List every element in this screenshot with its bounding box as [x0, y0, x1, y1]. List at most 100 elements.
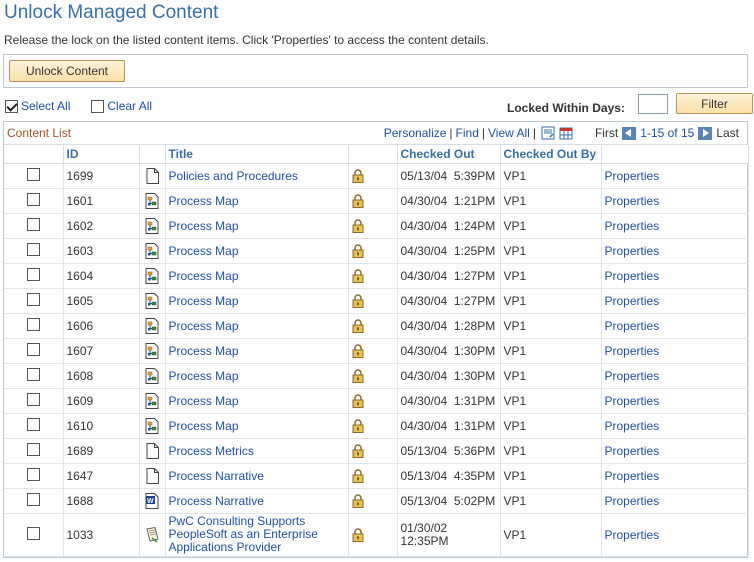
row-properties-cell: Properties — [601, 338, 749, 364]
row-checked-out: 05/13/04 5:36PM — [397, 438, 501, 464]
lock-icon — [352, 369, 364, 383]
row-select-checkbox[interactable] — [26, 392, 40, 406]
clear-all-checkbox-icon[interactable] — [91, 99, 105, 113]
row-select-checkbox[interactable] — [26, 526, 40, 540]
row-checked-out-by: VP1 — [500, 463, 602, 489]
row-select-checkbox[interactable] — [26, 267, 40, 281]
row-title-link[interactable]: Process Map — [169, 269, 239, 283]
row-select-checkbox[interactable] — [26, 317, 40, 331]
grid-header: Content List Personalize | Find | View A… — [4, 122, 747, 145]
lock-icon — [352, 219, 364, 233]
row-select-cell — [4, 313, 64, 339]
row-select-checkbox[interactable] — [26, 492, 40, 506]
properties-link[interactable]: Properties — [605, 219, 660, 233]
row-type-cell — [139, 213, 166, 239]
download-spreadsheet-icon[interactable] — [559, 126, 573, 140]
row-title-link[interactable]: Process Map — [169, 219, 239, 233]
next-page-icon[interactable] — [698, 126, 713, 140]
row-title-link[interactable]: Process Map — [169, 369, 239, 383]
row-checked-out-by: VP1 — [500, 438, 602, 464]
row-id: 1609 — [63, 388, 140, 414]
row-select-checkbox[interactable] — [26, 442, 40, 456]
row-properties-cell: Properties — [601, 213, 749, 239]
header-icon — [139, 145, 166, 164]
separator: | — [449, 126, 453, 140]
properties-link[interactable]: Properties — [605, 244, 660, 258]
clear-all-control[interactable]: Clear All — [91, 99, 152, 113]
row-lock-cell — [348, 163, 398, 189]
unlock-content-button[interactable]: Unlock Content — [9, 60, 125, 82]
row-title-link[interactable]: Process Map — [169, 319, 239, 333]
row-id: 1647 — [63, 463, 140, 489]
select-all-link[interactable]: Select All — [21, 99, 70, 113]
properties-link[interactable]: Properties — [605, 169, 660, 183]
row-checked-out-by: VP1 — [500, 488, 602, 514]
row-select-checkbox[interactable] — [26, 367, 40, 381]
row-type-cell — [139, 238, 166, 264]
properties-link[interactable]: Properties — [605, 294, 660, 308]
properties-link[interactable]: Properties — [605, 528, 660, 542]
row-id: 1603 — [63, 238, 140, 264]
row-select-cell — [4, 513, 64, 557]
find-link[interactable]: Find — [456, 126, 479, 140]
properties-link[interactable]: Properties — [605, 344, 660, 358]
document-icon — [145, 442, 159, 459]
row-title-link[interactable]: Policies and Procedures — [169, 169, 298, 183]
properties-link[interactable]: Properties — [605, 444, 660, 458]
header-checked-out[interactable]: Checked Out — [397, 145, 501, 164]
row-title-link[interactable]: Process Map — [169, 194, 239, 208]
row-select-checkbox[interactable] — [26, 292, 40, 306]
properties-link[interactable]: Properties — [605, 494, 660, 508]
row-lock-cell — [348, 238, 398, 264]
row-checked-out: 04/30/04 1:28PM — [397, 313, 501, 339]
row-type-cell — [139, 438, 166, 464]
header-id[interactable]: ID — [63, 145, 140, 164]
properties-link[interactable]: Properties — [605, 469, 660, 483]
row-title-link[interactable]: Process Map — [169, 419, 239, 433]
row-select-checkbox[interactable] — [26, 217, 40, 231]
row-title-link[interactable]: Process Map — [169, 244, 239, 258]
row-title-link[interactable]: Process Narrative — [169, 494, 264, 508]
previous-page-icon[interactable] — [622, 126, 637, 140]
header-title[interactable]: Title — [165, 145, 349, 164]
properties-link[interactable]: Properties — [605, 269, 660, 283]
row-select-checkbox[interactable] — [26, 417, 40, 431]
row-checked-out-by: VP1 — [500, 238, 602, 264]
article-icon — [145, 526, 159, 543]
row-select-cell — [4, 163, 64, 189]
table-row: 1609 Process Map 04/30/04 1:31PM VP1 Propert… — [4, 388, 749, 414]
select-all-control[interactable]: Select All — [5, 99, 70, 113]
personalize-link[interactable]: Personalize — [384, 126, 447, 140]
properties-link[interactable]: Properties — [605, 369, 660, 383]
select-all-checkbox-icon[interactable] — [5, 99, 18, 113]
properties-link[interactable]: Properties — [605, 319, 660, 333]
properties-link[interactable]: Properties — [605, 194, 660, 208]
header-checked-out-by[interactable]: Checked Out By — [500, 145, 602, 164]
row-title-link[interactable]: Process Map — [169, 344, 239, 358]
row-title-link[interactable]: Process Map — [169, 294, 239, 308]
row-type-cell: W — [139, 488, 166, 514]
clear-all-link[interactable]: Clear All — [107, 99, 152, 113]
row-select-checkbox[interactable] — [26, 192, 40, 206]
row-select-checkbox[interactable] — [26, 342, 40, 356]
zoom-grid-icon[interactable] — [541, 126, 555, 140]
view-all-link[interactable]: View All — [488, 126, 530, 140]
grid-caption: Content List — [7, 126, 72, 140]
row-title-cell: Process Metrics — [165, 438, 349, 464]
row-select-checkbox[interactable] — [26, 167, 40, 181]
locked-within-days-input[interactable] — [638, 94, 668, 114]
filter-button[interactable]: Filter — [676, 93, 753, 114]
row-title-link[interactable]: PwC Consulting Supports PeopleSoft as an… — [169, 515, 345, 554]
row-select-checkbox[interactable] — [26, 467, 40, 481]
row-properties-cell: Properties — [601, 188, 749, 214]
row-select-checkbox[interactable] — [26, 242, 40, 256]
properties-link[interactable]: Properties — [605, 419, 660, 433]
row-title-link[interactable]: Process Map — [169, 394, 239, 408]
table-row: 1647 Process Narrative 05/13/04 4:35PM VP1 P… — [4, 463, 749, 489]
table-row: 1608 Process Map 04/30/04 1:30PM VP1 Propert… — [4, 363, 749, 389]
row-checked-out: 05/13/04 5:39PM — [397, 163, 501, 189]
lock-icon — [352, 244, 364, 258]
row-title-link[interactable]: Process Narrative — [169, 469, 264, 483]
properties-link[interactable]: Properties — [605, 394, 660, 408]
row-title-link[interactable]: Process Metrics — [169, 444, 254, 458]
